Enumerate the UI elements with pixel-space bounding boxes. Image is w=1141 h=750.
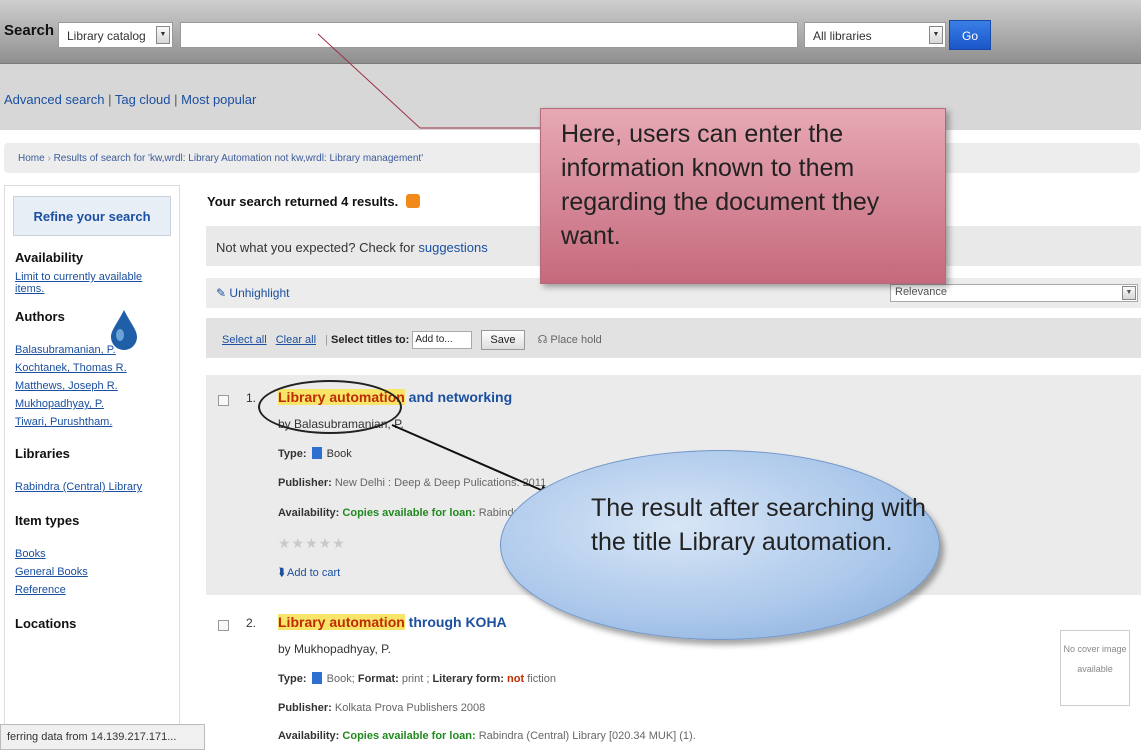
cart-icon: ⮯: [278, 567, 285, 579]
search-bar: Search Library catalog ▼ All libraries ▼…: [0, 0, 1141, 64]
litform-label: Literary form:: [432, 673, 504, 685]
author-link[interactable]: Matthews, Joseph R.: [15, 380, 179, 392]
add-to-select[interactable]: Add to...: [412, 331, 473, 350]
title-rest: through KOHA: [404, 614, 507, 630]
library-select-value: All libraries: [813, 29, 872, 43]
search-input[interactable]: [180, 22, 798, 48]
status-bar: ferring data from 14.139.217.171...: [0, 724, 205, 750]
search-label: Search: [4, 22, 55, 39]
availability-value: Copies available for loan:: [342, 507, 476, 519]
type-label: Type:: [278, 448, 307, 460]
litform-value: not: [507, 673, 525, 685]
availability-label: Availability:: [278, 730, 340, 742]
add-to-cart-label: Add to cart: [287, 567, 341, 579]
chevron-down-icon: ▼: [156, 26, 170, 44]
library-select[interactable]: All libraries ▼: [804, 22, 946, 48]
rating-stars[interactable]: ★★★★★: [278, 535, 346, 552]
catalog-scope-value: Library catalog: [67, 29, 146, 43]
separator: |: [108, 92, 112, 107]
highlight-icon: ✎: [216, 286, 227, 300]
author-link[interactable]: Kochtanek, Thomas R.: [15, 362, 179, 374]
title-highlight: Library automation: [278, 614, 405, 630]
libraries-heading: Libraries: [15, 446, 70, 461]
availability-label: Availability:: [278, 507, 340, 519]
author-link[interactable]: Mukhopadhyay, P.: [15, 398, 179, 410]
type-value: Book: [326, 448, 352, 460]
result-publisher: Publisher: New Delhi : Deep & Deep Pulic…: [278, 477, 546, 489]
highlight-circle: [258, 380, 402, 434]
author-link[interactable]: Tiwari, Purushtham.: [15, 416, 179, 428]
result-publisher: Publisher: Kolkata Prova Publishers 2008: [278, 702, 485, 714]
format-label: Format:: [357, 673, 399, 685]
result-checkbox[interactable]: [218, 620, 229, 631]
result-number: 2.: [246, 616, 257, 630]
most-popular-link[interactable]: Most popular: [181, 92, 256, 107]
results-summary: Your search returned 4 results.: [207, 194, 420, 209]
authors-heading: Authors: [15, 309, 65, 324]
publisher-value: New Delhi : Deep & Deep Pulications. 201…: [334, 477, 547, 489]
no-cover-placeholder: No cover image available: [1060, 630, 1130, 706]
expected-text: Not what you expected? Check for: [216, 240, 415, 255]
publisher-label: Publisher:: [278, 477, 332, 489]
itemtypes-heading: Item types: [15, 513, 80, 528]
sort-select[interactable]: Relevance ▼: [890, 284, 1138, 302]
annotation-callout-result: The result after searching with the titl…: [500, 450, 940, 640]
place-hold-label: Place hold: [550, 334, 602, 346]
unhighlight-link[interactable]: Unhighlight: [229, 286, 289, 300]
publisher-value: Kolkata Prova Publishers 2008: [334, 702, 486, 714]
place-hold-link[interactable]: ☊ Place hold: [538, 334, 602, 346]
book-icon: [311, 672, 322, 684]
author-link[interactable]: Balasubramanian, P.: [15, 344, 179, 356]
result-checkbox[interactable]: [218, 395, 229, 406]
litform-value: fiction: [524, 673, 556, 685]
water-drop-icon: [111, 310, 137, 350]
itemtype-link[interactable]: General Books: [15, 566, 179, 578]
limit-available-link[interactable]: Limit to currently available items.: [15, 271, 155, 295]
clear-all-link[interactable]: Clear all: [276, 334, 316, 346]
itemtype-link[interactable]: Reference: [15, 584, 179, 596]
result-availability: Availability: Copies available for loan:…: [278, 730, 696, 742]
result-type: Type: Book: [278, 447, 352, 460]
results-toolbar: Select all Clear all | Select titles to:…: [206, 318, 1141, 358]
title-rest: and networking: [404, 389, 513, 405]
advanced-search-link[interactable]: Advanced search: [4, 92, 104, 107]
select-all-link[interactable]: Select all: [222, 334, 267, 346]
format-value: print ;: [401, 673, 430, 685]
itemtype-link[interactable]: Books: [15, 548, 179, 560]
hold-icon: ☊: [537, 334, 548, 346]
select-titles-label: Select titles to:: [331, 334, 410, 346]
result-number: 1.: [246, 391, 257, 405]
add-to-cart-link[interactable]: ⮯ Add to cart: [278, 567, 340, 580]
publisher-label: Publisher:: [278, 702, 332, 714]
locations-heading: Locations: [15, 616, 77, 631]
library-link[interactable]: Rabindra (Central) Library: [15, 481, 179, 493]
refine-sidebar: Refine your search Availability Limit to…: [4, 185, 180, 750]
availability-value: Copies available for loan:: [342, 730, 476, 742]
refine-title: Refine your search: [13, 196, 171, 236]
annotation-callout-search: Here, users can enter the information kn…: [540, 108, 946, 284]
save-button[interactable]: Save: [481, 330, 525, 350]
suggestions-link[interactable]: suggestions: [418, 240, 487, 255]
type-value: Book;: [326, 673, 355, 685]
separator: |: [174, 92, 178, 107]
search-links: Advanced search | Tag cloud | Most popul…: [4, 92, 256, 107]
breadcrumb-home[interactable]: Home: [18, 153, 45, 164]
availability-heading: Availability: [15, 250, 84, 265]
tag-cloud-link[interactable]: Tag cloud: [115, 92, 171, 107]
result-type: Type: Book; Format: print ; Literary for…: [278, 672, 556, 685]
catalog-scope-select[interactable]: Library catalog ▼: [58, 22, 173, 48]
go-button[interactable]: Go: [949, 20, 991, 50]
chevron-down-icon: ▼: [1122, 286, 1136, 300]
sort-select-value: Relevance: [895, 286, 947, 298]
availability-library: Rabindra (Central) Library [020.34 MUK] …: [478, 730, 696, 742]
rss-icon[interactable]: [405, 194, 420, 208]
breadcrumb-current: Results of search for 'kw,wrdl: Library …: [53, 153, 424, 164]
chevron-down-icon: ▼: [929, 26, 943, 44]
type-label: Type:: [278, 673, 307, 685]
results-count-text: Your search returned 4 results.: [207, 194, 399, 209]
result-title-link[interactable]: Library automation through KOHA: [278, 614, 507, 630]
book-icon: [311, 447, 322, 459]
result-author: by Mukhopadhyay, P.: [278, 642, 391, 656]
